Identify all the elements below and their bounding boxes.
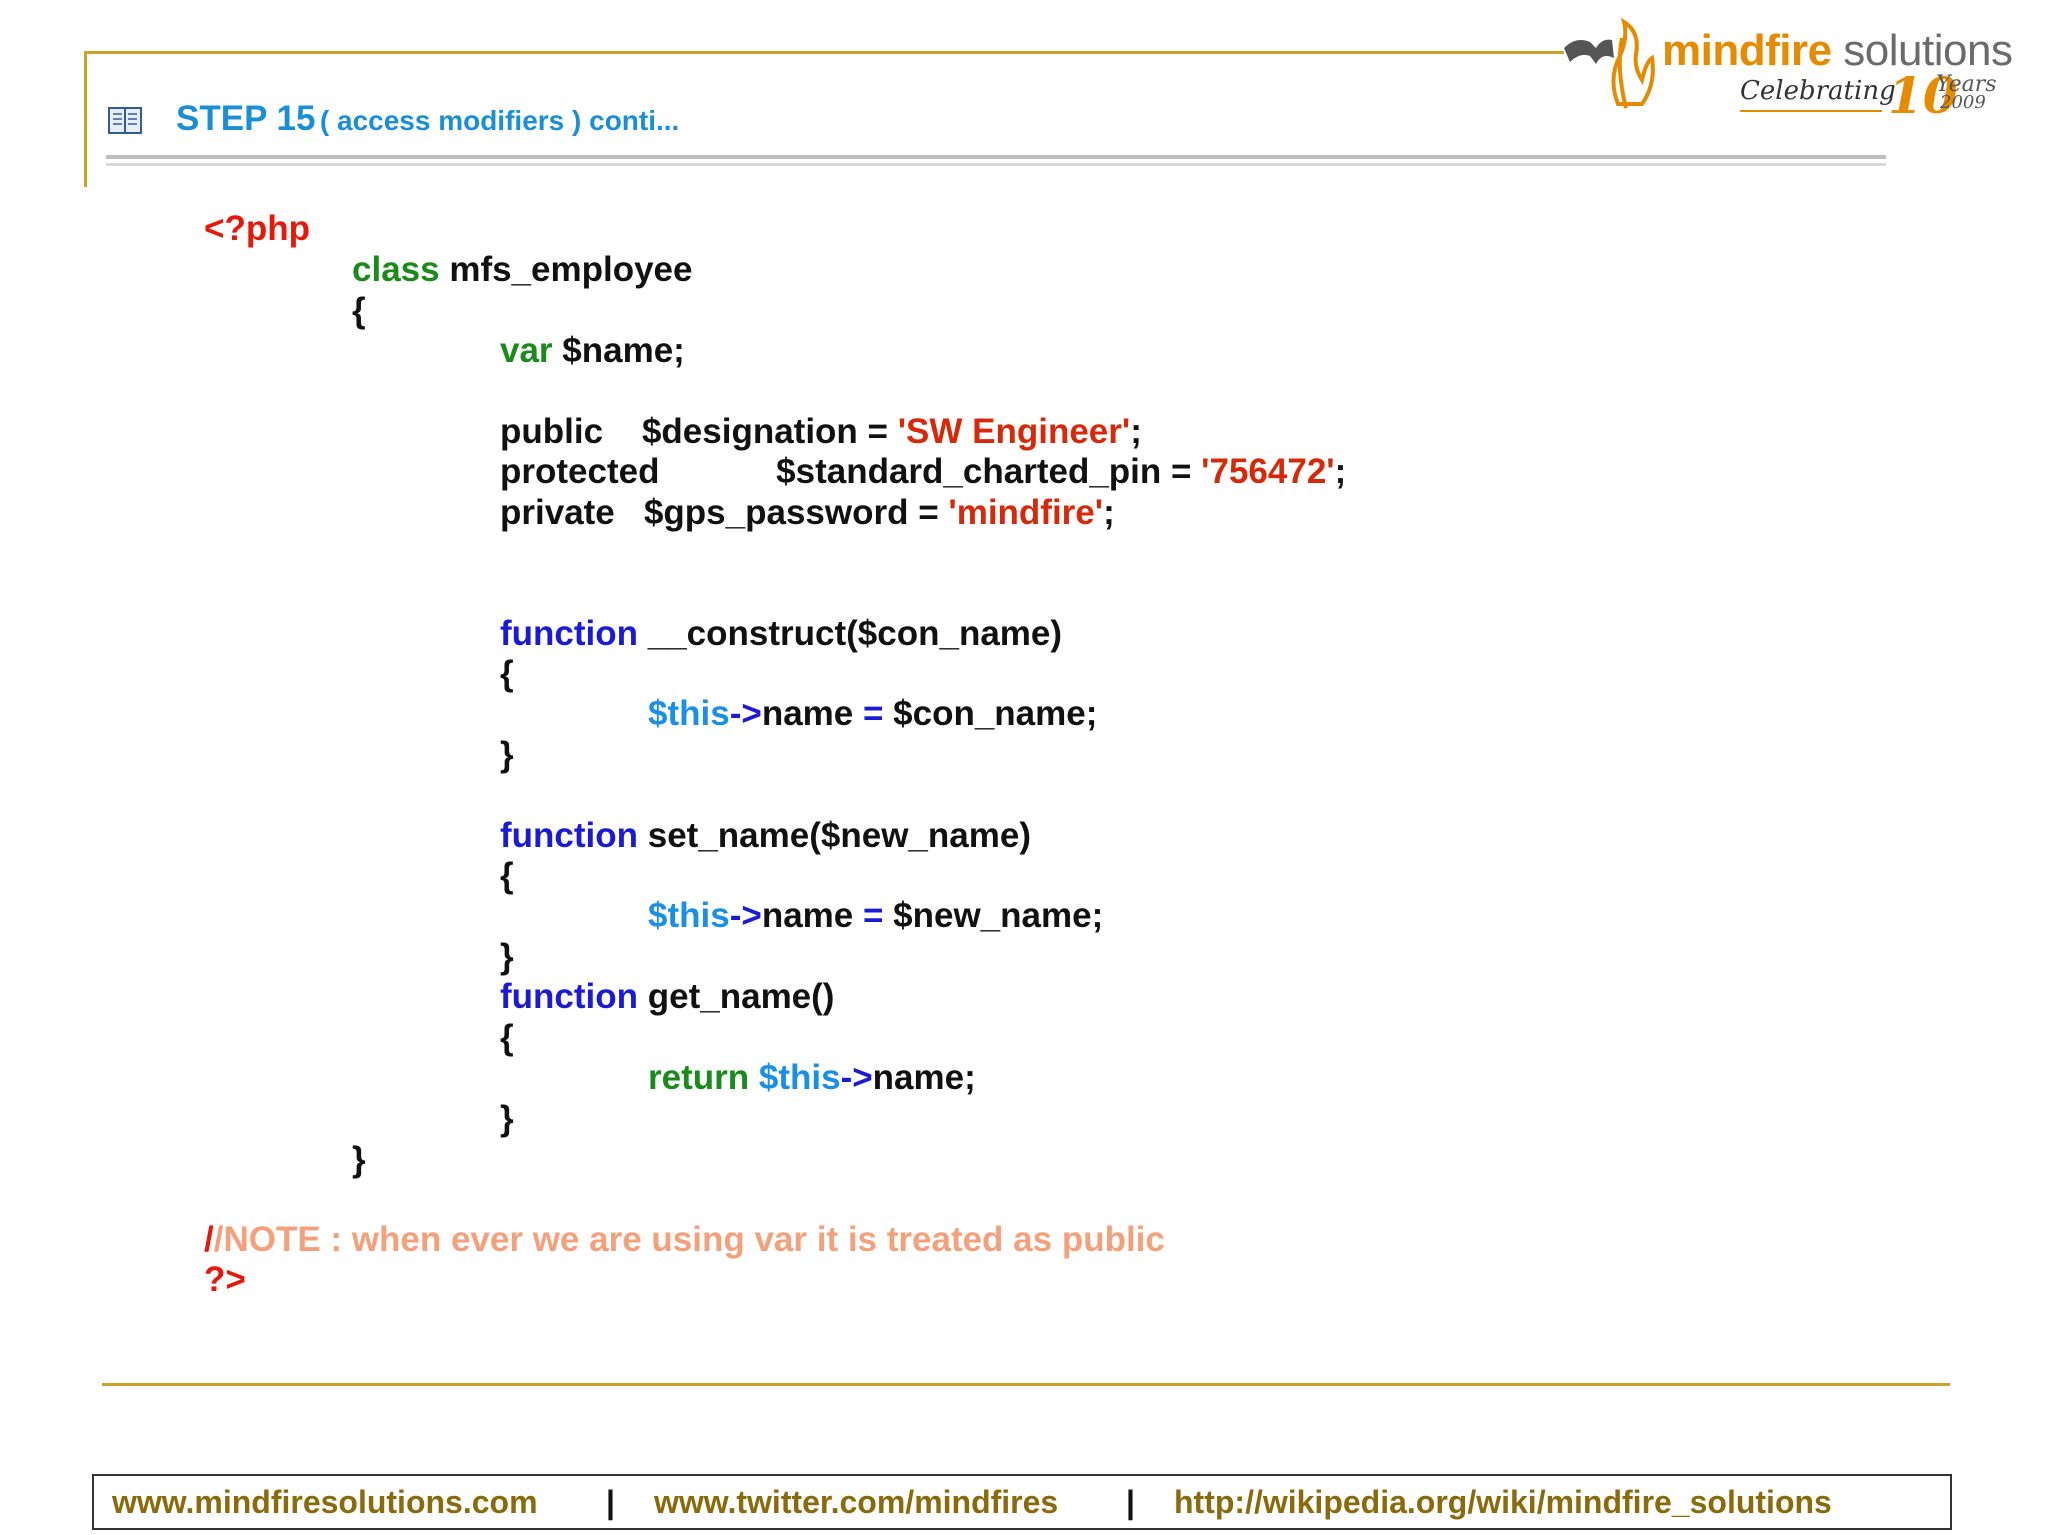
construct-brace-open: {	[500, 654, 514, 693]
code-line-set-name-body: $this->name = $new_name;	[648, 896, 1103, 936]
get-name-signature: get_name()	[638, 977, 835, 1016]
code-line-set-name: function set_name($new_name)	[500, 816, 1031, 856]
arrow-operator: ->	[840, 1058, 873, 1097]
private-semicolon: ;	[1103, 493, 1115, 532]
code-line-return: return $this->name;	[648, 1058, 976, 1098]
this-keyword: $this	[648, 896, 730, 935]
this-keyword: $this	[648, 694, 730, 733]
php-close-tag: ?>	[204, 1260, 246, 1299]
protected-decl: protected $standard_charted_pin =	[500, 452, 1202, 491]
code-line-get-name: function get_name()	[500, 977, 834, 1017]
get-name-brace-close: }	[500, 1099, 514, 1138]
footer-link-twitter[interactable]: www.twitter.com/mindfires	[654, 1484, 1058, 1521]
return-keyword: return	[648, 1058, 750, 1097]
construct-signature: __construct($con_name)	[638, 614, 1063, 653]
var-name: $name;	[552, 331, 685, 370]
code-line-construct: function __construct($con_name)	[500, 614, 1062, 654]
function-keyword: function	[500, 816, 639, 855]
code-line-class: class mfs_employee	[352, 250, 693, 290]
return-tail: name;	[872, 1058, 976, 1097]
get-name-brace-open: {	[500, 1018, 514, 1057]
code-line-var: var $name;	[500, 331, 685, 371]
protected-value: '756472'	[1201, 452, 1335, 491]
name-property: name	[761, 694, 863, 733]
php-open-tag: <?php	[204, 209, 310, 248]
footer-link-website[interactable]: www.mindfiresolutions.com	[112, 1484, 538, 1521]
footer-separator: |	[606, 1484, 615, 1520]
construct-rhs: $con_name;	[883, 694, 1098, 733]
code-line-protected: protected $standard_charted_pin = '75647…	[500, 452, 1346, 492]
footer-separator: |	[1126, 1484, 1135, 1520]
code-line-construct-body: $this->name = $con_name;	[648, 694, 1097, 734]
public-value: 'SW Engineer'	[897, 412, 1131, 451]
public-decl: public $designation =	[500, 412, 898, 451]
this-keyword: $this	[758, 1058, 841, 1097]
code-line-public: public $designation = 'SW Engineer';	[500, 412, 1142, 452]
protected-semicolon: ;	[1334, 452, 1347, 491]
code-block: <?php class mfs_employee { var $name; pu…	[0, 0, 2048, 1535]
set-name-rhs: $new_name;	[883, 896, 1104, 935]
note-text: /NOTE : when ever we are using var it is…	[213, 1220, 1165, 1259]
class-keyword: class	[352, 250, 440, 289]
assign-operator: =	[862, 896, 884, 935]
function-keyword: function	[500, 977, 639, 1016]
assign-operator: =	[862, 694, 884, 733]
construct-brace-close: }	[500, 735, 514, 774]
private-value: 'mindfire'	[948, 493, 1104, 532]
code-line-private: private $gps_password = 'mindfire';	[500, 493, 1115, 533]
name-property: name	[761, 896, 863, 935]
set-name-signature: set_name($new_name)	[638, 816, 1031, 855]
class-brace-close: }	[352, 1140, 366, 1179]
code-note-comment: //NOTE : when ever we are using var it i…	[204, 1220, 1165, 1260]
arrow-operator: ->	[729, 694, 762, 733]
arrow-operator: ->	[729, 896, 762, 935]
set-name-brace-open: {	[500, 856, 514, 895]
class-brace-open: {	[352, 291, 366, 330]
private-decl: private $gps_password =	[500, 493, 949, 532]
var-keyword: var	[500, 331, 553, 370]
note-slash: /	[204, 1220, 214, 1259]
set-name-brace-close: }	[500, 937, 514, 976]
class-name: mfs_employee	[439, 250, 693, 289]
public-semicolon: ;	[1130, 412, 1142, 451]
function-keyword: function	[500, 614, 639, 653]
footer-link-wikipedia[interactable]: http://wikipedia.org/wiki/mindfire_solut…	[1174, 1484, 1832, 1521]
